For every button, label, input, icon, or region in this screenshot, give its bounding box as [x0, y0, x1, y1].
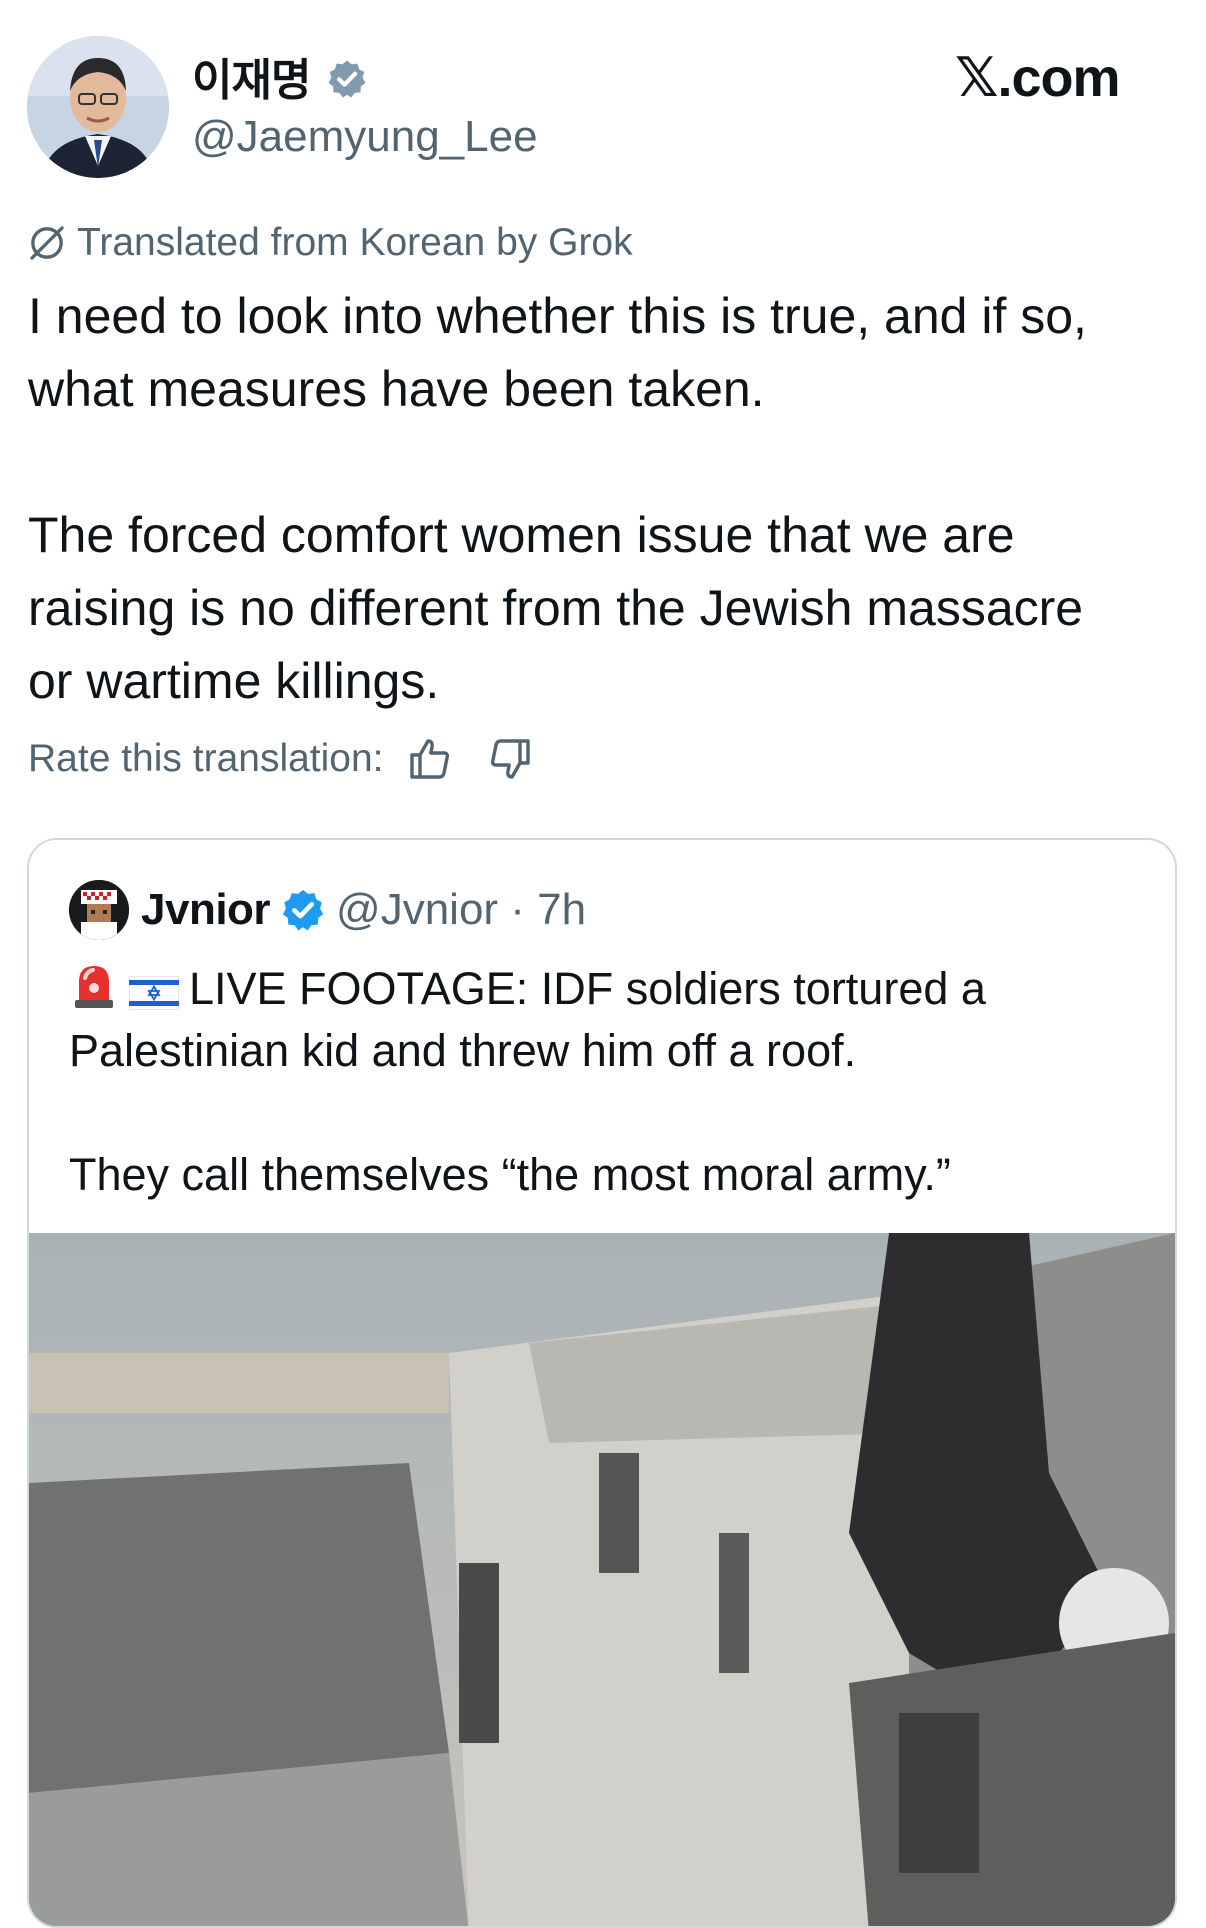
rate-label: Rate this translation: [28, 737, 384, 780]
rate-translation: Rate this translation: [28, 735, 534, 783]
post-text: I need to look into whether this is true… [28, 288, 1087, 709]
quoted-post-header: Jvnior @Jvnior · 7h [69, 880, 586, 940]
translation-notice: Translated from Korean by Grok [27, 220, 633, 266]
quoted-text-line1: LIVE FOOTAGE: IDF soldiers tortured a [189, 963, 986, 1014]
quoted-post-text: LIVE FOOTAGE: IDF soldiers tortured a Pa… [69, 958, 1139, 1206]
grok-icon [30, 226, 64, 260]
translation-label: Translated from Korean by Grok [77, 221, 633, 264]
thumbs-up-icon[interactable] [406, 735, 454, 783]
quoted-post-card[interactable]: Jvnior @Jvnior · 7h LIVE FOOTAGE: IDF so… [27, 838, 1177, 1928]
author-display-name[interactable]: 이재명 [192, 44, 311, 108]
israel-flag-icon [129, 976, 179, 1010]
siren-emoji-icon [75, 966, 113, 1008]
quoted-author-name[interactable]: Jvnior [141, 885, 271, 935]
author-handle[interactable]: @Jaemyung_Lee [192, 112, 538, 162]
quoted-video-thumbnail[interactable] [29, 1233, 1175, 1926]
quoted-handle-time[interactable]: @Jvnior · 7h [336, 885, 586, 935]
thumbs-down-icon[interactable] [486, 735, 534, 783]
quoted-author-avatar[interactable] [69, 880, 129, 940]
author-avatar[interactable] [27, 36, 169, 178]
verified-badge-icon [282, 889, 324, 931]
quoted-text-rest: Palestinian kid and threw him off a roof… [69, 1025, 951, 1200]
x-com-brand: 𝕏.com [955, 48, 1121, 108]
verified-gray-badge-icon [328, 60, 366, 98]
